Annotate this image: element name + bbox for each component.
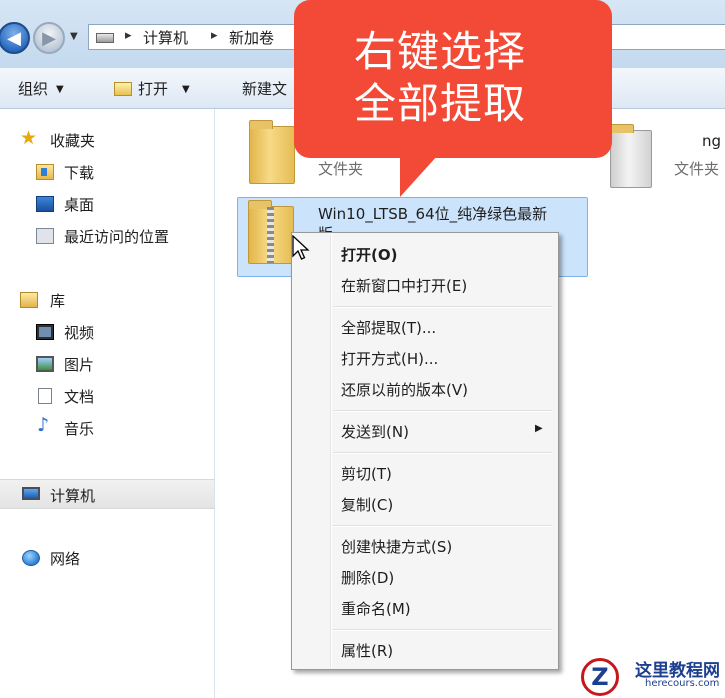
nav-item-videos[interactable]: 视频	[0, 317, 214, 347]
zip-file-name: Win10_LTSB_64位_纯净绿色最新	[318, 205, 548, 223]
folder-name: ng	[702, 132, 722, 150]
breadcrumb-separator-icon[interactable]: ▸	[125, 28, 132, 43]
downloads-folder-icon	[36, 164, 54, 180]
open-folder-icon	[114, 82, 132, 96]
callout-line: 右键选择	[354, 27, 527, 76]
nav-item-label: 图片	[64, 356, 95, 374]
nav-item-downloads[interactable]: 下载	[0, 157, 214, 187]
back-button[interactable]: ◀	[0, 22, 30, 54]
nav-favorites[interactable]: ★ 收藏夹	[0, 125, 214, 155]
menu-item-cut[interactable]: 剪切(T)	[341, 463, 392, 484]
menu-item-open-new-window[interactable]: 在新窗口中打开(E)	[341, 275, 467, 296]
organize-label: 组织	[18, 80, 49, 98]
menu-item-delete[interactable]: 删除(D)	[341, 567, 394, 588]
menu-item-restore-previous[interactable]: 还原以前的版本(V)	[341, 379, 468, 400]
callout-bubble: 右键选择 全部提取	[294, 0, 612, 158]
callout-line: 全部提取	[354, 79, 527, 128]
mouse-cursor-icon	[292, 235, 310, 260]
menu-separator	[333, 306, 552, 308]
nav-item-label: 下载	[64, 164, 95, 182]
zip-folder-icon	[248, 200, 294, 264]
folder-icon	[249, 120, 295, 184]
nav-favorites-label: 收藏夹	[50, 132, 96, 150]
desktop-icon	[36, 196, 54, 212]
menu-separator	[333, 452, 552, 454]
open-label: 打开	[138, 80, 169, 98]
nav-item-label: 音乐	[64, 420, 95, 438]
breadcrumb-separator-icon[interactable]: ▸	[211, 28, 218, 43]
callout-tail	[400, 155, 438, 197]
folder-type-label: 文件夹	[674, 160, 720, 178]
forward-button[interactable]: ▶	[33, 22, 65, 54]
breadcrumb-volume[interactable]: 新加卷	[229, 27, 274, 48]
new-folder-button[interactable]: 新建文	[242, 78, 287, 99]
forward-arrow-icon: ▶	[42, 28, 56, 49]
menu-item-create-shortcut[interactable]: 创建快捷方式(S)	[341, 536, 452, 557]
menu-item-open[interactable]: 打开(O)	[341, 244, 397, 265]
network-icon	[22, 550, 40, 566]
menu-item-open-with[interactable]: 打开方式(H)...	[341, 348, 438, 369]
menu-separator	[333, 410, 552, 412]
document-icon	[38, 388, 52, 404]
zipper-icon	[267, 207, 274, 263]
nav-libraries[interactable]: 库	[0, 285, 214, 315]
picture-icon	[36, 356, 54, 372]
star-icon: ★	[20, 127, 38, 149]
nav-item-label: 网络	[50, 550, 81, 568]
folder-type-label: 文件夹	[318, 160, 364, 178]
nav-item-desktop[interactable]: 桌面	[0, 189, 214, 219]
navigation-pane: ★ 收藏夹 下载 桌面 最近访问的位置 库 视频 图片 文档 ♪ 音乐 计算机 …	[0, 109, 215, 698]
recent-places-icon	[36, 228, 54, 244]
nav-item-computer[interactable]: 计算机	[0, 479, 214, 509]
menu-separator	[333, 629, 552, 631]
menu-item-extract-all[interactable]: 全部提取(T)...	[341, 317, 436, 338]
folder-icon	[610, 124, 652, 188]
nav-item-network[interactable]: 网络	[0, 543, 214, 573]
nav-item-music[interactable]: ♪ 音乐	[0, 413, 214, 443]
nav-item-label: 视频	[64, 324, 95, 342]
nav-item-label: 桌面	[64, 196, 95, 214]
menu-item-properties[interactable]: 属性(R)	[341, 640, 393, 661]
music-note-icon: ♪	[37, 414, 50, 436]
menu-item-rename[interactable]: 重命名(M)	[341, 598, 411, 619]
chevron-down-icon: ▼	[182, 84, 190, 95]
nav-item-label: 计算机	[50, 487, 96, 505]
menu-item-send-to[interactable]: 发送到(N)	[341, 421, 409, 442]
history-dropdown-icon[interactable]: ▼	[70, 31, 78, 42]
computer-icon	[22, 487, 40, 500]
watermark-url: herecours.com	[645, 678, 720, 689]
nav-item-pictures[interactable]: 图片	[0, 349, 214, 379]
nav-item-label: 文档	[64, 388, 95, 406]
library-icon	[20, 292, 38, 308]
chevron-down-icon: ▼	[56, 84, 64, 95]
submenu-arrow-icon: ▶	[535, 423, 543, 434]
nav-libraries-label: 库	[50, 292, 66, 310]
menu-item-copy[interactable]: 复制(C)	[341, 494, 393, 515]
video-icon	[36, 324, 54, 340]
watermark-logo: Z	[581, 658, 619, 696]
menu-separator	[333, 525, 552, 527]
nav-item-documents[interactable]: 文档	[0, 381, 214, 411]
back-arrow-icon: ◀	[7, 28, 21, 49]
organize-button[interactable]: 组织 ▼	[18, 78, 64, 99]
open-button[interactable]: 打开 ▼	[114, 78, 190, 99]
context-menu: 打开(O) 在新窗口中打开(E) 全部提取(T)... 打开方式(H)... 还…	[291, 232, 559, 670]
callout-text: 右键选择 全部提取	[354, 26, 614, 130]
drive-icon	[96, 33, 114, 43]
watermark: Z 这里教程网 herecours.com	[577, 652, 725, 698]
nav-item-label: 最近访问的位置	[64, 228, 170, 246]
nav-item-recent[interactable]: 最近访问的位置	[0, 221, 214, 251]
breadcrumb-computer[interactable]: 计算机	[143, 27, 188, 48]
